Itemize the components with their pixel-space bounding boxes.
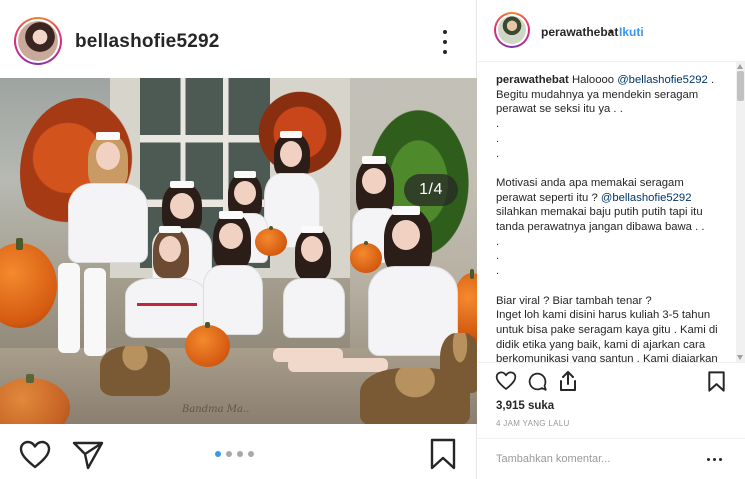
caption-area[interactable]: perawathebat Haloooo @bellashofie5292 . … bbox=[478, 62, 745, 362]
left-avatar[interactable] bbox=[14, 17, 62, 65]
share-icon bbox=[560, 371, 576, 391]
photo-signature: Bandma Ma.. bbox=[182, 404, 250, 415]
caption-line: perawathebat Haloooo @bellashofie5292 . … bbox=[496, 73, 722, 117]
caption-line: . bbox=[496, 235, 722, 250]
right-post-actions: 3,915 suka 4 JAM YANG LALU bbox=[478, 362, 745, 438]
scroll-down-icon[interactable] bbox=[737, 355, 743, 360]
bookmark-icon bbox=[430, 438, 456, 470]
post-photo[interactable]: 1/4 Bandma Ma.. bbox=[0, 78, 477, 424]
scroll-up-icon[interactable] bbox=[737, 64, 743, 69]
scrollbar-thumb[interactable] bbox=[737, 71, 744, 101]
caption-author[interactable]: perawathebat bbox=[496, 74, 569, 86]
heart-icon bbox=[495, 371, 517, 390]
send-icon bbox=[72, 441, 104, 470]
left-post-header: bellashofie5292 bbox=[0, 0, 477, 78]
caption-text-span: silahkan memakai baju putih putih tapi i… bbox=[496, 206, 705, 234]
carousel-dot[interactable] bbox=[248, 451, 254, 457]
caption-text-span: Inget loh kami disini harus kuliah 3-5 t… bbox=[496, 309, 718, 362]
caption-line: Motivasi anda apa memakai seragam perawa… bbox=[496, 176, 722, 235]
caption-line: Biar viral ? Biar tambah tenar ? bbox=[496, 294, 722, 309]
caption-text: perawathebat Haloooo @bellashofie5292 . … bbox=[496, 73, 722, 362]
caption-text-span: . bbox=[496, 147, 500, 160]
right-username[interactable]: perawathebat bbox=[541, 25, 618, 39]
right-post-panel: perawathebat • Ikuti perawathebat Halooo… bbox=[478, 0, 745, 479]
carousel-dot-active[interactable] bbox=[215, 451, 221, 457]
caption-text-span: . bbox=[496, 235, 500, 248]
right-post-header: perawathebat • Ikuti bbox=[478, 0, 745, 62]
like-button[interactable] bbox=[495, 371, 517, 396]
right-avatar[interactable] bbox=[494, 12, 530, 48]
likes-count[interactable]: 3,915 suka bbox=[496, 400, 554, 412]
instagram-page: bellashofie5292 1/4 Bandma Ma.. perawath… bbox=[0, 0, 745, 479]
comment-bar bbox=[478, 438, 745, 479]
mention-link[interactable]: @bellashofie5292 bbox=[617, 74, 708, 86]
left-post: bellashofie5292 1/4 Bandma Ma.. bbox=[0, 0, 477, 479]
share-button[interactable] bbox=[558, 370, 578, 397]
caption-line: Inget loh kami disini harus kuliah 3-5 t… bbox=[496, 308, 722, 362]
carousel-dot[interactable] bbox=[237, 451, 243, 457]
comment-input[interactable] bbox=[496, 451, 696, 467]
more-options-icon[interactable] bbox=[440, 30, 450, 54]
follow-separator: • bbox=[609, 25, 614, 39]
caption-text-span: . bbox=[496, 265, 500, 278]
carousel-dot[interactable] bbox=[226, 451, 232, 457]
heart-icon bbox=[19, 440, 51, 469]
caption-text-span: . bbox=[496, 118, 500, 131]
carousel-dots bbox=[215, 451, 254, 457]
image-counter: 1/4 bbox=[404, 174, 458, 206]
comment-button[interactable] bbox=[527, 371, 548, 397]
caption-text-span: . bbox=[496, 250, 500, 263]
save-button[interactable] bbox=[708, 371, 725, 397]
like-button[interactable] bbox=[19, 440, 51, 475]
left-username[interactable]: bellashofie5292 bbox=[75, 31, 220, 53]
post-time[interactable]: 4 JAM YANG LALU bbox=[496, 419, 570, 428]
caption-text-span: . bbox=[496, 132, 500, 145]
caption-line: . bbox=[496, 249, 722, 264]
caption-line: . bbox=[496, 132, 722, 147]
mention-link[interactable]: @bellashofie5292 bbox=[601, 192, 692, 204]
share-button[interactable] bbox=[72, 440, 104, 475]
caption-line: . bbox=[496, 147, 722, 162]
bookmark-icon bbox=[708, 371, 725, 392]
follow-button[interactable]: Ikuti bbox=[619, 25, 644, 39]
caption-scrollbar[interactable] bbox=[736, 62, 745, 362]
caption-line: . bbox=[496, 117, 722, 132]
more-options-icon[interactable] bbox=[707, 458, 722, 461]
caption-text-span: Haloooo bbox=[571, 74, 618, 86]
comment-icon bbox=[528, 372, 547, 391]
caption-text-span: Biar viral ? Biar tambah tenar ? bbox=[496, 294, 652, 307]
caption-line: . bbox=[496, 264, 722, 279]
save-button[interactable] bbox=[430, 438, 456, 475]
